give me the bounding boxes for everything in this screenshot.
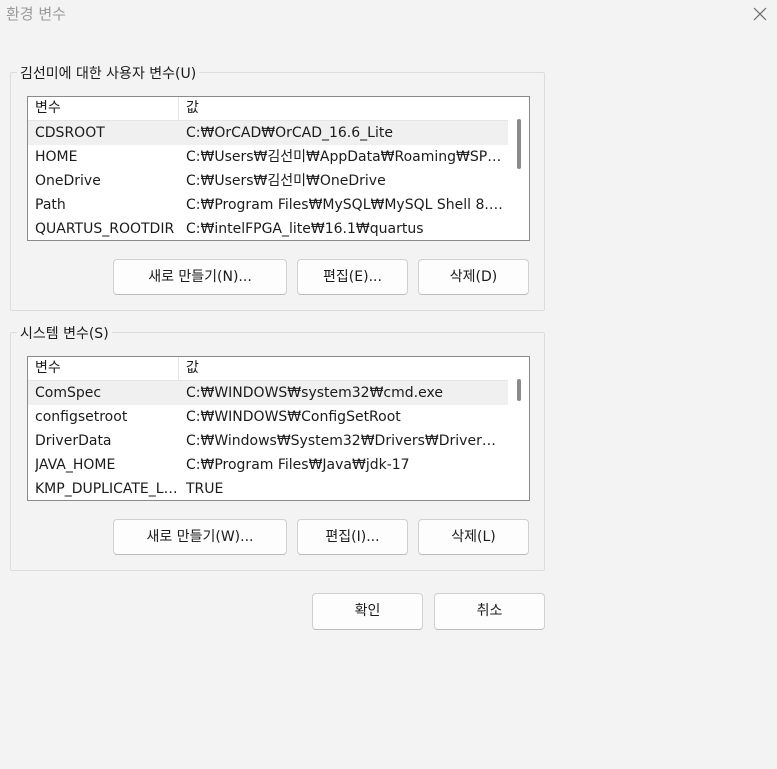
ok-button[interactable]: 확인 xyxy=(312,593,423,630)
variable-value: C:₩Program Files₩MySQL₩MySQL Shell 8.0₩.… xyxy=(186,197,504,213)
variable-name: JAVA_HOME xyxy=(35,457,116,473)
window-title: 환경 변수 xyxy=(6,5,66,23)
column-header-variable[interactable]: 변수 xyxy=(28,97,179,120)
table-row[interactable]: ComSpec C:₩WINDOWS₩system32₩cmd.exe xyxy=(28,381,508,405)
table-row[interactable]: OneDrive C:₩Users₩김선미₩OneDrive xyxy=(28,169,508,193)
variable-value: C:₩OrCAD₩OrCAD_16.6_Lite xyxy=(186,125,393,141)
variable-name: configsetroot xyxy=(35,409,128,425)
variable-value: C:₩WINDOWS₩system32₩cmd.exe xyxy=(186,385,443,401)
list-header: 변수 값 xyxy=(28,357,508,381)
scrollbar-thumb[interactable] xyxy=(517,119,521,169)
environment-variables-dialog: 환경 변수 김선미에 대한 사용자 변수(U) 변수 값 CDSROOT C:₩… xyxy=(0,0,777,769)
system-delete-button[interactable]: 삭제(L) xyxy=(418,519,529,555)
variable-name: ComSpec xyxy=(35,385,102,401)
table-row[interactable]: Path C:₩Program Files₩MySQL₩MySQL Shell … xyxy=(28,193,508,217)
variable-name: Path xyxy=(35,197,66,213)
variable-value: C:₩WINDOWS₩ConfigSetRoot xyxy=(186,409,401,425)
cancel-button[interactable]: 취소 xyxy=(434,593,545,630)
variable-value: TRUE xyxy=(186,481,224,497)
user-edit-button[interactable]: 편집(E)... xyxy=(297,259,408,295)
user-variables-group: 김선미에 대한 사용자 변수(U) 변수 값 CDSROOT C:₩OrCAD₩… xyxy=(10,63,545,311)
title-bar: 환경 변수 xyxy=(0,0,777,30)
variable-name: DriverData xyxy=(35,433,112,449)
system-variables-list[interactable]: 변수 값 ComSpec C:₩WINDOWS₩system32₩cmd.exe… xyxy=(27,356,530,501)
variable-name: CDSROOT xyxy=(35,125,105,141)
variable-name: HOME xyxy=(35,149,78,165)
table-row[interactable]: HOME C:₩Users₩김선미₩AppData₩Roaming₩SPB_..… xyxy=(28,145,508,169)
table-row[interactable]: CDSROOT C:₩OrCAD₩OrCAD_16.6_Lite xyxy=(28,121,508,145)
user-new-button[interactable]: 새로 만들기(N)... xyxy=(113,259,287,295)
list-header: 변수 값 xyxy=(28,97,508,121)
list-rows: CDSROOT C:₩OrCAD₩OrCAD_16.6_Lite HOME C:… xyxy=(28,121,508,240)
table-row[interactable]: QUARTUS_ROOTDIR C:₩intelFPGA_lite₩16.1₩q… xyxy=(28,217,508,240)
close-button[interactable] xyxy=(743,0,777,28)
table-row[interactable]: JAVA_HOME C:₩Program Files₩Java₩jdk-17 xyxy=(28,453,508,477)
variable-value: C:₩Users₩김선미₩OneDrive xyxy=(186,173,386,189)
variable-value: C:₩Users₩김선미₩AppData₩Roaming₩SPB_... xyxy=(186,149,504,165)
table-row[interactable]: configsetroot C:₩WINDOWS₩ConfigSetRoot xyxy=(28,405,508,429)
variable-name: KMP_DUPLICATE_LI... xyxy=(35,481,178,497)
variable-name: OneDrive xyxy=(35,173,101,189)
list-rows: ComSpec C:₩WINDOWS₩system32₩cmd.exe conf… xyxy=(28,381,508,500)
variable-value: C:₩Program Files₩Java₩jdk-17 xyxy=(186,457,410,473)
system-variables-group: 시스템 변수(S) 변수 값 ComSpec C:₩WINDOWS₩system… xyxy=(10,323,545,571)
system-edit-button[interactable]: 편집(I)... xyxy=(297,519,408,555)
table-row[interactable]: DriverData C:₩Windows₩System32₩Drivers₩D… xyxy=(28,429,508,453)
vertical-scrollbar[interactable] xyxy=(508,97,529,240)
column-header-variable[interactable]: 변수 xyxy=(28,357,179,380)
scrollbar-thumb[interactable] xyxy=(517,379,521,401)
variable-value: C:₩intelFPGA_lite₩16.1₩quartus xyxy=(186,221,424,237)
user-delete-button[interactable]: 삭제(D) xyxy=(418,259,529,295)
vertical-scrollbar[interactable] xyxy=(508,357,529,500)
variable-name: QUARTUS_ROOTDIR xyxy=(35,221,175,237)
table-row[interactable]: KMP_DUPLICATE_LI... TRUE xyxy=(28,477,508,500)
variable-value: C:₩Windows₩System32₩Drivers₩DriverData xyxy=(186,433,504,449)
column-header-value[interactable]: 값 xyxy=(179,97,508,120)
user-variables-list[interactable]: 변수 값 CDSROOT C:₩OrCAD₩OrCAD_16.6_Lite HO… xyxy=(27,96,530,241)
user-variables-label: 김선미에 대한 사용자 변수(U) xyxy=(17,63,200,83)
system-variables-label: 시스템 변수(S) xyxy=(17,323,112,343)
system-new-button[interactable]: 새로 만들기(W)... xyxy=(113,519,287,555)
column-header-value[interactable]: 값 xyxy=(179,357,508,380)
close-icon xyxy=(753,7,767,21)
